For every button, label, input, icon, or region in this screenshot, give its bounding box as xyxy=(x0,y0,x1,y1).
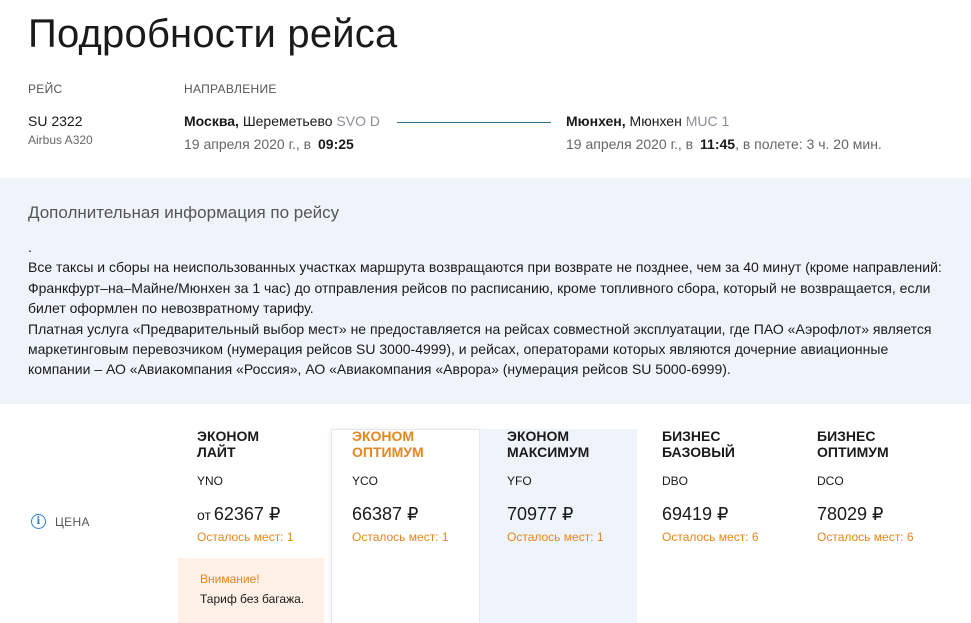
fare-code: YCO xyxy=(352,474,379,488)
page-title: Подробности рейса xyxy=(28,12,398,56)
warning-title: Внимание! xyxy=(200,572,260,586)
info-line: Все таксы и сборы на неиспользованных уч… xyxy=(28,259,942,317)
fare-seats-left: Осталось мест: 1 xyxy=(507,530,604,544)
departure: Москва, Шереметьево SVO D 19 апреля 2020… xyxy=(184,113,380,152)
fare-price: 66387 ₽ xyxy=(352,504,419,524)
fare-code: YFO xyxy=(507,474,532,488)
departure-airport: Шереметьево xyxy=(242,113,333,129)
fare-econom-lite[interactable]: ЭКОНОМ ЛАЙТ YNO от 62367 ₽ Осталось мест: … xyxy=(197,428,347,544)
route-line xyxy=(397,122,551,123)
fare-price: 78029 ₽ xyxy=(817,504,884,524)
flight-number: SU 2322 xyxy=(28,113,83,129)
fare-business-basic[interactable]: БИЗНЕС БАЗОВЫЙ DBO 69419 ₽ Осталось мест:… xyxy=(662,428,812,544)
flight-info: РЕЙС SU 2322 Airbus A320 xyxy=(28,82,93,147)
arrival-date: 19 апреля 2020 г., в xyxy=(566,136,694,152)
fare-code: DCO xyxy=(817,474,844,488)
arrival-time: 11:45 xyxy=(700,136,736,152)
departure-date: 19 апреля 2020 г., в xyxy=(184,136,312,152)
price-row-label: i ЦЕНА xyxy=(31,514,90,529)
info-line: . xyxy=(28,239,32,255)
fare-seats-left: Осталось мест: 6 xyxy=(817,530,914,544)
info-icon[interactable]: i xyxy=(31,514,46,529)
departure-time: 09:25 xyxy=(318,136,354,152)
fare-econom-optimum[interactable]: ЭКОНОМ ОПТИМУМ YCO 66387 ₽ Осталось мест:… xyxy=(352,428,502,544)
aircraft-type: Airbus A320 xyxy=(28,133,93,147)
warning-text: Тариф без багажа. xyxy=(200,592,305,606)
additional-info-title: Дополнительная информация по рейсу xyxy=(28,203,340,222)
price-label: ЦЕНА xyxy=(55,514,90,529)
fare-name: БИЗНЕС БАЗОВЫЙ xyxy=(662,428,735,460)
fares-table: i ЦЕНА ЭКОНОМ ЛАЙТ YNO от 62367 ₽ Осталось… xyxy=(0,404,971,623)
fare-code: YNO xyxy=(197,474,224,488)
fare-seats-left: Осталось мест: 1 xyxy=(197,530,294,544)
fare-seats-left: Осталось мест: 1 xyxy=(352,530,449,544)
route: Москва, Шереметьево SVO D 19 апреля 2020… xyxy=(184,113,944,163)
arrival-airport: Мюнхен xyxy=(629,113,682,129)
departure-code: SVO D xyxy=(336,113,380,129)
fare-business-optimum[interactable]: БИЗНЕС ОПТИМУМ DCO 78029 ₽ Осталось мест:… xyxy=(817,428,967,544)
flight-label: РЕЙС xyxy=(28,82,63,96)
fare-seats-left: Осталось мест: 6 xyxy=(662,530,759,544)
fare-name: БИЗНЕС ОПТИМУМ xyxy=(817,428,889,460)
additional-info-body: . Все таксы и сборы на неиспользованных … xyxy=(28,237,943,380)
arrival-code: MUC 1 xyxy=(685,113,730,129)
fare-price: 69419 ₽ xyxy=(662,504,729,524)
flight-duration: , в полете: 3 ч. 20 мин. xyxy=(735,136,882,152)
fare-code: DBO xyxy=(662,474,689,488)
fare-name: ЭКОНОМ ЛАЙТ xyxy=(197,428,260,460)
arrival-city: Мюнхен, xyxy=(566,113,626,129)
arrival: Мюнхен, Мюнхен MUC 1 19 апреля 2020 г., … xyxy=(566,113,882,152)
fare-price: от 62367 ₽ xyxy=(197,504,281,524)
info-line: Платная услуга «Предварительный выбор ме… xyxy=(28,320,932,378)
additional-info-panel: Дополнительная информация по рейсу . Все… xyxy=(0,178,971,404)
baggage-warning: Внимание! Тариф без багажа. xyxy=(178,558,324,623)
departure-city: Москва, xyxy=(184,113,239,129)
direction-info: НАПРАВЛЕНИЕ Москва, Шереметьево SVO D 19… xyxy=(184,82,944,163)
fare-name: ЭКОНОМ МАКСИМУМ xyxy=(507,428,590,460)
fare-econom-maximum[interactable]: ЭКОНОМ МАКСИМУМ YFO 70977 ₽ Осталось мест… xyxy=(507,428,657,544)
fare-price: 70977 ₽ xyxy=(507,504,574,524)
fare-name: ЭКОНОМ ОПТИМУМ xyxy=(352,428,424,460)
direction-label: НАПРАВЛЕНИЕ xyxy=(184,82,277,96)
